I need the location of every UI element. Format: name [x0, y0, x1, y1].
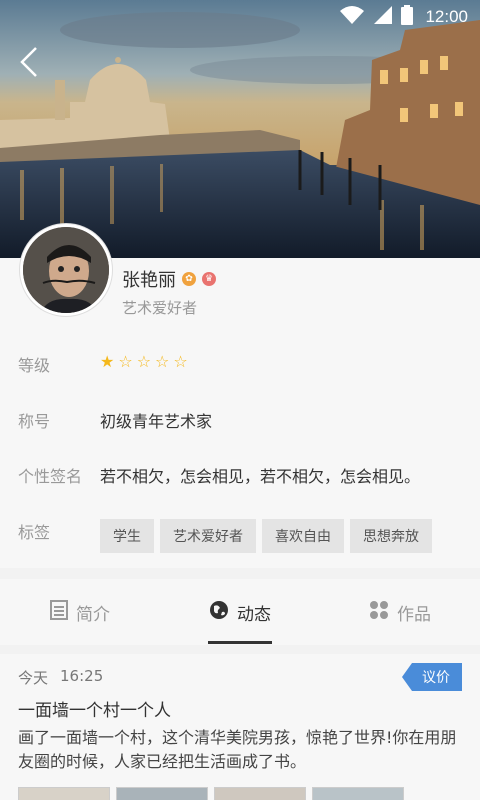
battery-icon: [401, 4, 414, 30]
level-row: 等级 ★ ☆ ☆ ☆ ☆: [0, 352, 480, 376]
tags-row: 标签 学生 艺术爱好者 喜欢自由 思想奔放: [0, 519, 480, 553]
post-body: 画了一面墙一个村，这个清华美院男孩，惊艳了世界!你在用朋友圈的时候，人家已经把生…: [18, 728, 457, 771]
honor-label: 称号: [18, 412, 51, 431]
level-label: 等级: [18, 356, 51, 375]
user-name-row: 张艳丽 ✿ ♛: [122, 266, 216, 292]
post-images: [18, 787, 404, 800]
grid-icon: [369, 600, 389, 625]
clock: 12:00: [425, 7, 468, 26]
tab-intro[interactable]: 简介: [0, 579, 160, 645]
tags-label: 标签: [18, 523, 51, 542]
post-day: 今天: [18, 669, 49, 687]
tab-intro-label: 简介: [76, 604, 110, 625]
user-name: 张艳丽: [122, 270, 176, 291]
profile-tabs: 简介 动态 作品: [0, 579, 480, 645]
star-filled-icon: ★: [100, 352, 115, 371]
tag-item[interactable]: 学生: [100, 519, 154, 553]
signal-icon: [373, 5, 393, 30]
tag-item[interactable]: 喜欢自由: [262, 519, 344, 553]
status-bar: 12:00: [0, 0, 480, 34]
honor-row: 称号 初级青年艺术家: [0, 408, 480, 432]
level-stars: ★ ☆ ☆ ☆ ☆: [100, 352, 188, 371]
back-arrow-icon: [20, 47, 37, 77]
activity-feed-item[interactable]: 今天 16:25 议价 一面墙一个村一个人 画了一面墙一个村，这个清华美院男孩，…: [0, 654, 480, 800]
tab-works-label: 作品: [397, 604, 431, 625]
star-empty-icon: ☆: [118, 352, 133, 371]
tab-works[interactable]: 作品: [320, 579, 480, 645]
star-empty-icon: ☆: [173, 352, 188, 371]
back-button[interactable]: [14, 44, 46, 80]
signature-label: 个性签名: [18, 467, 83, 486]
signature-row: 个性签名 若不相欠，怎会相见，若不相欠，怎会相见。: [0, 463, 480, 487]
wifi-icon: [339, 5, 365, 30]
tab-activity-label: 动态: [237, 604, 271, 625]
document-icon: [50, 599, 68, 625]
tag-item[interactable]: 思想奔放: [350, 519, 432, 553]
post-thumbnail[interactable]: [214, 787, 306, 800]
tag-list: 学生 艺术爱好者 喜欢自由 思想奔放: [100, 519, 432, 553]
signature-value: 若不相欠，怎会相见，若不相欠，怎会相见。: [100, 467, 421, 486]
honor-value: 初级青年艺术家: [100, 412, 213, 431]
avatar[interactable]: [20, 224, 112, 316]
tab-activity[interactable]: 动态: [160, 579, 320, 645]
tag-item[interactable]: 艺术爱好者: [160, 519, 256, 553]
post-thumbnail[interactable]: [18, 787, 110, 800]
post-thumbnail[interactable]: [312, 787, 404, 800]
vip-badge-icon: ✿: [182, 272, 196, 286]
bargain-tag[interactable]: 议价: [402, 663, 462, 691]
globe-icon: [209, 600, 229, 625]
crown-badge-icon: ♛: [202, 272, 216, 286]
post-title: 一面墙一个村一个人: [18, 701, 171, 721]
star-empty-icon: ☆: [155, 352, 170, 371]
user-subtitle: 艺术爱好者: [122, 299, 198, 317]
post-timestamp: 今天 16:25: [18, 667, 103, 688]
post-thumbnail[interactable]: [116, 787, 208, 800]
star-empty-icon: ☆: [136, 352, 152, 371]
post-time: 16:25: [60, 667, 104, 685]
cover-image: [0, 0, 480, 258]
